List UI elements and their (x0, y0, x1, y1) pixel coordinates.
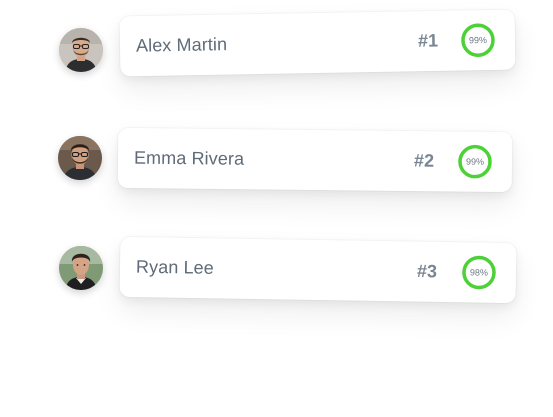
leaderboard-card[interactable]: Emma Rivera #2 99% (117, 127, 513, 193)
player-name: Ryan Lee (135, 256, 215, 278)
player-rank: #2 (413, 150, 435, 171)
player-rank: #1 (417, 30, 439, 51)
leaderboard: Alex Martin #1 99% Emma Rivera #2 99% Ry… (0, 0, 553, 417)
score-ring: 98% (460, 253, 499, 292)
leaderboard-card[interactable]: Ryan Lee #3 98% (119, 236, 517, 304)
player-rank: #3 (416, 261, 438, 282)
avatar (59, 28, 103, 72)
player-name: Emma Rivera (133, 147, 245, 169)
score-value: 99% (465, 156, 485, 167)
leaderboard-row[interactable]: Alex Martin #1 99% (0, 0, 553, 100)
leaderboard-row[interactable]: Emma Rivera #2 99% (0, 110, 553, 210)
avatar (58, 136, 102, 180)
score-value: 98% (469, 267, 489, 278)
avatar (59, 246, 103, 290)
leaderboard-row[interactable]: Ryan Lee #3 98% (0, 220, 553, 320)
leaderboard-card[interactable]: Alex Martin #1 99% (119, 9, 516, 77)
score-ring: 99% (456, 142, 494, 180)
score-value: 99% (468, 35, 488, 46)
player-name: Alex Martin (135, 34, 228, 56)
score-ring: 99% (459, 21, 498, 60)
